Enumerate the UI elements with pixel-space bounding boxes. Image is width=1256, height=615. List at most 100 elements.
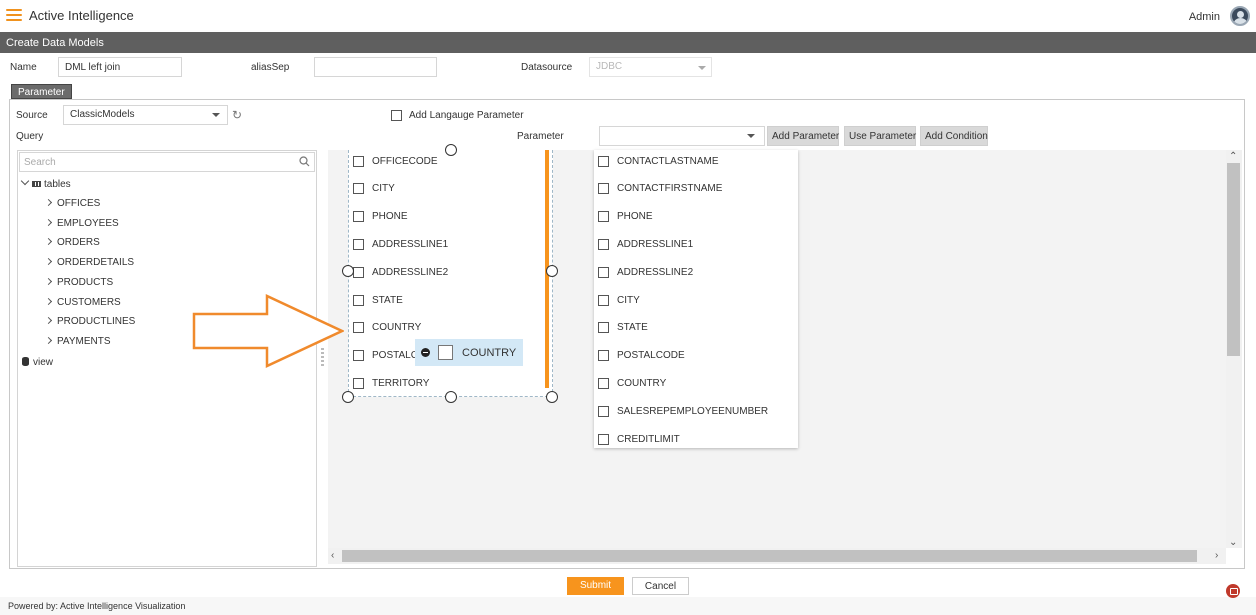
source-value: ClassicModels — [70, 109, 135, 120]
table-field-row[interactable]: CREDITLIMIT — [598, 425, 680, 453]
table-field-row[interactable]: ADDRESSLINE2 — [598, 258, 693, 286]
resize-handle-bottom-left[interactable] — [342, 391, 354, 403]
tree-node-table[interactable]: ORDERDETAILS — [44, 257, 135, 269]
add-language-checkbox[interactable] — [391, 110, 402, 121]
table-field-row[interactable]: ADDRESSLINE1 — [353, 230, 448, 258]
table-field-row[interactable]: STATE — [353, 286, 403, 314]
field-checkbox[interactable] — [598, 211, 609, 223]
field-checkbox[interactable] — [353, 294, 364, 306]
table-field-row[interactable]: SALESREPEMPLOYEENUMBER — [598, 397, 768, 425]
field-checkbox[interactable] — [598, 350, 609, 362]
resize-handle-top-center[interactable] — [445, 144, 457, 156]
resize-handle-bottom-right[interactable] — [546, 391, 558, 403]
scroll-up-icon[interactable]: ⌃ — [1229, 151, 1237, 162]
use-parameter-button[interactable]: Use Parameter — [844, 126, 916, 146]
name-input[interactable] — [58, 57, 182, 77]
scroll-right-icon[interactable]: › — [1215, 550, 1218, 561]
chevron-right-icon — [44, 336, 53, 344]
field-checkbox[interactable] — [598, 322, 609, 334]
table-field-row[interactable]: CONTACTLASTNAME — [598, 147, 719, 175]
parameter-label: Parameter — [517, 131, 564, 142]
tree-node-table[interactable]: ORDERS — [44, 237, 100, 248]
table-field-row[interactable]: POSTALC — [353, 342, 418, 370]
table-field-row[interactable]: COUNTRY — [353, 314, 421, 342]
tree-node-table[interactable]: PRODUCTS — [44, 277, 113, 288]
tree-node-table[interactable]: OFFICES — [44, 198, 100, 209]
aliassep-input[interactable] — [314, 57, 437, 77]
dragged-field-checkbox[interactable] — [438, 345, 453, 360]
table-field-row[interactable]: CONTACTFIRSTNAME — [598, 175, 722, 203]
table-field-row[interactable]: POSTALCODE — [598, 342, 685, 370]
field-checkbox[interactable] — [598, 294, 609, 306]
field-checkbox[interactable] — [353, 266, 364, 278]
field-label: STATE — [372, 294, 403, 306]
field-checkbox[interactable] — [598, 266, 609, 278]
horizontal-scroll-thumb[interactable] — [342, 550, 1197, 562]
table-field-row[interactable]: PHONE — [353, 203, 408, 231]
add-parameter-button[interactable]: Add Parameter — [767, 126, 839, 146]
tree-node-table-label: ORDERDETAILS — [57, 257, 135, 269]
field-checkbox[interactable] — [353, 155, 364, 167]
table-field-row[interactable]: STATE — [598, 314, 648, 342]
vertical-scroll-thumb[interactable] — [1227, 163, 1240, 356]
table-field-row[interactable]: CITY — [598, 286, 640, 314]
table-field-row[interactable]: CITY — [353, 175, 395, 203]
field-checkbox[interactable] — [353, 238, 364, 250]
field-checkbox[interactable] — [598, 155, 609, 167]
field-checkbox[interactable] — [598, 405, 609, 417]
field-label: TERRITORY — [372, 377, 430, 389]
datasource-select[interactable]: JDBC — [589, 57, 712, 77]
field-checkbox[interactable] — [353, 350, 364, 362]
tree-node-table[interactable]: CUSTOMERS — [44, 297, 121, 308]
refresh-icon[interactable]: ↻ — [232, 108, 242, 122]
tree-search-input[interactable]: Search — [19, 152, 315, 172]
table-field-row[interactable]: TERRITORY — [353, 369, 429, 397]
tree-node-table[interactable]: PAYMENTS — [44, 336, 111, 347]
resize-handle-middle-right[interactable] — [546, 265, 558, 277]
page-title: Create Data Models — [0, 32, 1256, 53]
field-label: STATE — [617, 322, 648, 334]
field-checkbox[interactable] — [353, 211, 364, 223]
avatar-icon[interactable] — [1230, 6, 1250, 26]
field-label: PHONE — [617, 211, 653, 223]
table-field-row[interactable]: COUNTRY — [598, 369, 666, 397]
table-field-row[interactable]: OFFICECODE — [353, 147, 438, 175]
user-name[interactable]: Admin — [1189, 11, 1220, 23]
search-icon[interactable] — [299, 156, 310, 167]
tree-node-view[interactable]: view — [22, 356, 53, 368]
field-label: CREDITLIMIT — [617, 433, 680, 445]
add-condition-button[interactable]: Add Condition — [920, 126, 988, 146]
name-label: Name — [10, 62, 37, 73]
table-field-row[interactable]: ADDRESSLINE1 — [598, 230, 693, 258]
field-checkbox[interactable] — [598, 377, 609, 389]
app-title: Active Intelligence — [29, 8, 134, 23]
dragged-field-chip[interactable]: COUNTRY — [415, 339, 523, 366]
search-placeholder: Search — [24, 157, 56, 168]
tree-node-tables[interactable]: tables — [20, 176, 71, 190]
chevron-right-icon — [44, 317, 53, 325]
field-checkbox[interactable] — [598, 238, 609, 250]
scroll-left-icon[interactable]: ‹ — [331, 550, 334, 561]
chevron-right-icon — [44, 277, 53, 285]
table-field-row[interactable]: ADDRESSLINE2 — [353, 258, 448, 286]
table-field-row[interactable]: PHONE — [598, 203, 653, 231]
scroll-down-icon[interactable]: ⌄ — [1229, 537, 1237, 548]
resize-handle-bottom-center[interactable] — [445, 391, 457, 403]
chat-icon[interactable] — [1226, 584, 1240, 598]
cancel-button[interactable]: Cancel — [632, 577, 689, 595]
field-checkbox[interactable] — [598, 183, 609, 195]
tree-node-table[interactable]: EMPLOYEES — [44, 218, 119, 229]
field-checkbox[interactable] — [353, 377, 364, 389]
tab-parameter[interactable]: Parameter — [11, 84, 72, 99]
parameter-select[interactable] — [599, 126, 765, 146]
resize-handle-middle-left[interactable] — [342, 265, 354, 277]
submit-button[interactable]: Submit — [567, 577, 624, 595]
field-label: POSTALC — [372, 350, 418, 362]
field-checkbox[interactable] — [353, 322, 364, 334]
tree-node-table[interactable]: PRODUCTLINES — [44, 316, 135, 327]
source-select[interactable]: ClassicModels — [63, 105, 228, 125]
field-checkbox[interactable] — [353, 183, 364, 195]
hamburger-menu-icon[interactable] — [6, 9, 22, 21]
minus-circle-icon[interactable] — [421, 348, 430, 357]
field-checkbox[interactable] — [598, 433, 609, 445]
